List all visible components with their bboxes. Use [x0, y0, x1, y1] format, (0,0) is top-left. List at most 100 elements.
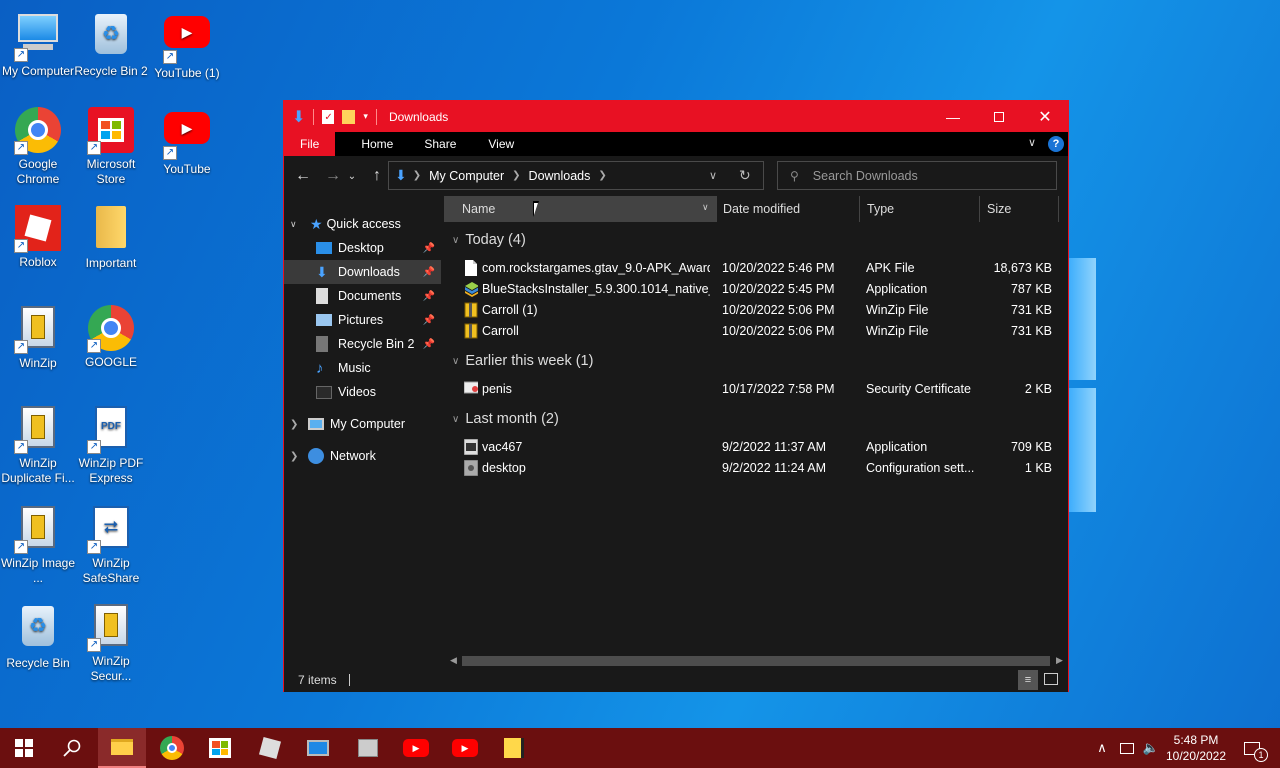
desktop-icon[interactable]: ↗ Roblox — [0, 204, 76, 270]
breadcrumb-chevron-icon[interactable]: ❯ — [413, 170, 421, 181]
taskbar-file-explorer[interactable] — [98, 728, 146, 768]
desktop-icon[interactable]: ⮂ ↗ WinZip SafeShare — [73, 504, 149, 586]
desktop-icon[interactable]: ♻ Recycle Bin — [0, 602, 76, 671]
desktop-icon[interactable]: ↗ WinZip Duplicate Fi... — [0, 404, 76, 486]
search-box[interactable]: ⚲ Search Downloads — [777, 161, 1057, 190]
desktop-icon[interactable]: ↗ Microsoft Store — [73, 106, 149, 187]
column-type[interactable]: Type — [859, 196, 894, 222]
nav-item-recycle-bin-2[interactable]: Recycle Bin 2 📌 — [284, 332, 441, 356]
recent-locations-button[interactable]: ⌄ — [344, 156, 360, 196]
properties-icon[interactable]: ✓ — [322, 109, 335, 124]
address-dropdown-icon[interactable]: ∨ — [709, 169, 717, 182]
forward-button[interactable]: → — [321, 156, 345, 196]
nav-my-computer[interactable]: ❯ My Computer — [284, 412, 441, 436]
volume-tray-icon[interactable]: 🔈 — [1140, 728, 1162, 768]
tab-file[interactable]: File — [284, 132, 336, 156]
collapse-chevron-icon[interactable]: ∨ — [452, 414, 459, 425]
desktop-icon[interactable]: ▶ ↗ YouTube — [149, 106, 225, 177]
folder-icon — [87, 206, 135, 254]
action-center-button[interactable]: 1 — [1234, 728, 1270, 768]
desktop-icon[interactable]: ↗ WinZip Image ... — [0, 504, 76, 586]
computer-icon — [308, 418, 324, 430]
desktop-icon[interactable]: Important — [73, 204, 149, 271]
scroll-left-icon[interactable]: ◀ — [450, 655, 457, 666]
ribbon-expand-icon[interactable]: ∨ — [1028, 136, 1036, 149]
taskbar-youtube-2[interactable]: ▶ — [441, 728, 489, 768]
column-date-modified[interactable]: Date modified — [715, 196, 800, 222]
show-hidden-icons-button[interactable]: ∧ — [1092, 728, 1112, 768]
desktop-icon[interactable]: ↗ WinZip — [0, 304, 76, 371]
new-folder-icon[interactable] — [342, 109, 356, 124]
network-tray-icon[interactable] — [1116, 728, 1138, 768]
nav-item-desktop[interactable]: Desktop 📌 — [284, 236, 441, 260]
nav-item-downloads[interactable]: ⬇ Downloads 📌 — [284, 260, 441, 284]
scrollbar-thumb[interactable] — [462, 656, 1050, 666]
group-header[interactable]: ∨ Earlier this week (1) — [452, 353, 593, 369]
desktop-icon[interactable]: ↗ WinZip Secur... — [73, 602, 149, 684]
collapse-chevron-icon[interactable]: ∨ — [452, 235, 459, 246]
file-row[interactable]: BlueStacksInstaller_5.9.300.1014_native_… — [444, 279, 1068, 300]
minimize-button[interactable]: — — [930, 101, 976, 132]
file-type: Application — [866, 440, 928, 454]
taskbar-remote-desktop[interactable] — [294, 728, 342, 768]
tab-share[interactable]: Share — [408, 132, 472, 156]
address-bar[interactable]: ⬇ ❯ My Computer ❯ Downloads ❯ ∨ ↻ — [388, 161, 764, 190]
nav-item-videos[interactable]: Videos — [284, 380, 441, 404]
breadcrumb-downloads[interactable]: Downloads — [529, 169, 591, 183]
expand-arrow-icon[interactable]: ❯ — [290, 419, 308, 430]
column-size[interactable]: Size — [979, 196, 1011, 222]
breadcrumb-chevron-icon[interactable]: ❯ — [598, 170, 606, 181]
taskbar-roblox[interactable] — [246, 728, 294, 768]
expand-arrow-icon[interactable]: ❯ — [290, 451, 308, 462]
refresh-icon[interactable]: ↻ — [739, 167, 751, 184]
nav-network[interactable]: ❯ Network — [284, 444, 441, 468]
winzip-duplicate-icon: ↗ — [14, 406, 62, 454]
group-header[interactable]: ∨ Today (4) — [452, 232, 526, 248]
breadcrumb-my-computer[interactable]: My Computer — [429, 169, 504, 183]
file-row[interactable]: desktop 9/2/2022 11:24 AM Configuration se… — [444, 458, 1068, 479]
taskbar-chrome[interactable] — [148, 728, 196, 768]
close-button[interactable]: ✕ — [1022, 101, 1068, 132]
collapse-chevron-icon[interactable]: ∨ — [452, 356, 459, 367]
file-row[interactable]: Carroll 10/20/2022 5:06 PM WinZip File 731 … — [444, 321, 1068, 342]
tab-view[interactable]: View — [472, 132, 530, 156]
desktop-icon[interactable]: ♻ Recycle Bin 2 — [73, 10, 149, 79]
nav-item-documents[interactable]: Documents 📌 — [284, 284, 441, 308]
nav-label: Quick access — [326, 217, 401, 231]
breadcrumb-chevron-icon[interactable]: ❯ — [512, 170, 520, 181]
back-button[interactable]: ← — [291, 156, 315, 196]
taskbar-app[interactable] — [344, 728, 392, 768]
search-button[interactable] — [48, 728, 96, 768]
sort-dropdown-icon[interactable]: ∨ — [702, 202, 709, 213]
maximize-button[interactable] — [976, 101, 1022, 132]
scroll-right-icon[interactable]: ▶ — [1056, 655, 1063, 666]
nav-quick-access[interactable]: ∨ ★ Quick access — [284, 212, 441, 236]
large-icons-view-icon[interactable] — [1044, 673, 1058, 685]
expand-arrow-icon[interactable]: ∨ — [290, 219, 310, 230]
nav-item-music[interactable]: ♪ Music — [284, 356, 441, 380]
up-button[interactable]: ↑ — [365, 156, 389, 196]
file-row[interactable]: vac467 9/2/2022 11:37 AM Application 709 KB — [444, 437, 1068, 458]
horizontal-scrollbar[interactable]: ◀ ▶ — [444, 654, 1068, 668]
file-row[interactable]: Carroll (1) 10/20/2022 5:06 PM WinZip File… — [444, 300, 1068, 321]
desktop-icon[interactable]: PDF ↗ WinZip PDF Express — [73, 404, 149, 486]
desktop-icon[interactable]: ↗ My Computer — [0, 10, 76, 79]
nav-item-pictures[interactable]: Pictures 📌 — [284, 308, 441, 332]
group-header[interactable]: ∨ Last month (2) — [452, 411, 559, 427]
title-bar[interactable]: ⬇ ✓ ▾ Downloads — ✕ — [284, 101, 1068, 132]
customize-qat-icon[interactable]: ▾ — [363, 111, 368, 122]
taskbar-youtube[interactable]: ▶ — [392, 728, 440, 768]
clock[interactable]: 5:48 PM 10/20/2022 — [1162, 728, 1230, 768]
tab-home[interactable]: Home — [335, 132, 408, 156]
start-button[interactable] — [0, 728, 48, 768]
desktop-icon[interactable]: ▶ ↗ YouTube (1) — [149, 10, 225, 81]
taskbar-sticky-notes[interactable] — [490, 728, 538, 768]
file-row[interactable]: com.rockstargames.gtav_9.0-APK_Award... 1… — [444, 258, 1068, 279]
help-icon[interactable]: ? — [1048, 136, 1064, 152]
taskbar-microsoft-store[interactable] — [196, 728, 244, 768]
desktop-icon[interactable]: ↗ GOOGLE — [73, 304, 149, 370]
app-icon — [464, 439, 478, 455]
file-row[interactable]: penis 10/17/2022 7:58 PM Security Certific… — [444, 379, 1068, 400]
details-view-icon[interactable]: ≡ — [1018, 670, 1038, 690]
desktop-icon[interactable]: ↗ Google Chrome — [0, 106, 76, 187]
